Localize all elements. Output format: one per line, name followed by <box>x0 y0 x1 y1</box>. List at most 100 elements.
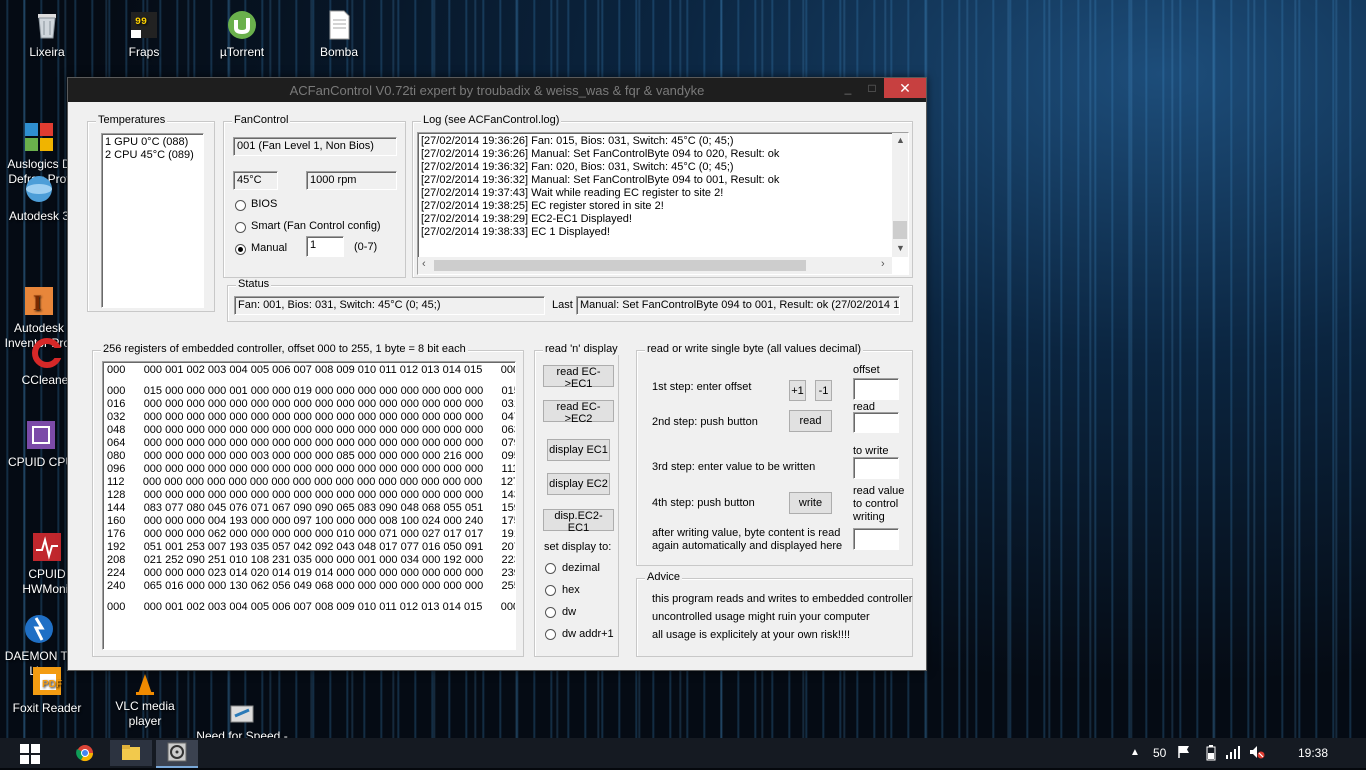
chrome-icon <box>76 745 94 762</box>
after-write-note: after writing value, byte content is rea… <box>652 527 843 552</box>
network-signal-icon[interactable] <box>1225 745 1241 762</box>
table-row: 064 000 000 000 000 000 000 000 000 000 … <box>107 437 516 449</box>
display-diff-button[interactable]: disp.EC2-EC1 <box>543 509 614 534</box>
log-line: [27/02/2014 19:36:26] Manual: Set FanCon… <box>421 148 780 160</box>
scroll-left-icon[interactable]: ‹ <box>422 258 426 270</box>
document-icon <box>322 8 356 42</box>
autodesk-icon <box>22 172 56 206</box>
daemon-icon <box>22 597 56 643</box>
start-button[interactable] <box>20 744 40 770</box>
desktop-icon-foxit[interactable]: PDF Foxit Reader <box>2 664 92 716</box>
radio-bios-label: BIOS <box>251 198 278 210</box>
registers-table[interactable]: 000 000 001 002 003 004 005 006 007 008 … <box>102 361 516 650</box>
log-lines: [27/02/2014 19:36:26] Fan: 015, Bios: 03… <box>421 135 891 255</box>
log-hscroll-thumb[interactable] <box>434 260 806 271</box>
table-row: 160 000 000 000 004 193 000 000 097 100 … <box>107 515 516 527</box>
table-row: 080 000 000 000 000 000 003 000 000 000 … <box>107 450 516 462</box>
log-box[interactable]: [27/02/2014 19:36:26] Fan: 015, Bios: 03… <box>417 132 909 275</box>
log-horizontal-scrollbar[interactable]: ‹ › <box>418 257 892 274</box>
inventor-icon: I <box>22 269 56 315</box>
minimize-button[interactable]: _ <box>836 78 860 98</box>
taskbar-acfancontrol[interactable] <box>156 740 198 768</box>
status-current: Fan: 001, Bios: 031, Switch: 45°C (0; 45… <box>234 296 545 315</box>
fan-rpm-display: 1000 rpm <box>306 171 397 190</box>
battery-icon[interactable] <box>1206 745 1216 764</box>
utorrent-icon <box>225 8 259 42</box>
taskbar-chrome[interactable] <box>66 740 104 766</box>
hwmonitor-icon <box>30 515 64 561</box>
manual-level-input[interactable]: 1 <box>306 236 344 257</box>
decrement-offset-button[interactable]: -1 <box>815 380 832 401</box>
log-vscroll-thumb[interactable] <box>893 221 907 239</box>
radio-dezimal-label: dezimal <box>562 562 600 574</box>
radio-dezimal[interactable] <box>545 563 556 574</box>
write-value-input[interactable] <box>853 457 899 479</box>
read-ec2-button[interactable]: read EC->EC2 <box>543 400 614 425</box>
temperature-item[interactable]: 2 CPU 45°C (089) <box>105 149 200 162</box>
fancontrol-legend: FanControl <box>232 114 291 126</box>
cpuid-icon <box>24 418 58 452</box>
table-row: 224 000 000 000 023 014 020 014 019 014 … <box>107 567 516 579</box>
log-vertical-scrollbar[interactable]: ▲ ▼ <box>892 133 908 257</box>
advice-line: uncontrolled usage might ruin your compu… <box>652 611 870 623</box>
temperature-item[interactable]: 1 GPU 0°C (088) <box>105 136 200 149</box>
desktop-icon-nfs[interactable]: Need for Speed - Hot Pursuit <box>194 672 290 738</box>
registers-legend: 256 registers of embedded controller, of… <box>101 343 468 355</box>
title-bar[interactable]: ACFanControl V0.72ti expert by troubadix… <box>68 78 926 102</box>
step1-label: 1st step: enter offset <box>652 381 752 393</box>
table-row: 000 015 000 000 000 001 000 000 019 000 … <box>107 385 516 397</box>
volume-muted-icon[interactable] <box>1249 745 1265 762</box>
offset-input[interactable] <box>853 378 899 400</box>
radio-dw-label: dw <box>562 606 577 618</box>
maximize-button[interactable]: □ <box>860 78 884 98</box>
status-group: Status Fan: 001, Bios: 031, Switch: 45°C… <box>227 278 913 322</box>
close-button[interactable]: ✕ <box>884 78 926 98</box>
table-row: 096 000 000 000 000 000 000 000 000 000 … <box>107 463 516 475</box>
desktop-icon-vlc[interactable]: VLC media player <box>99 672 191 729</box>
flag-icon[interactable] <box>1177 745 1191 762</box>
taskbar-explorer[interactable] <box>110 740 152 766</box>
radio-hex[interactable] <box>545 585 556 596</box>
radio-dw[interactable] <box>545 607 556 618</box>
read-write-legend: read or write single byte (all values de… <box>645 343 863 355</box>
scroll-right-icon[interactable]: › <box>881 258 885 270</box>
scroll-down-icon[interactable]: ▼ <box>896 243 905 253</box>
desktop-icon-bomba[interactable]: Bomba <box>294 8 384 60</box>
advice-line: all usage is explicitely at your own ris… <box>652 629 851 641</box>
radio-dw-addr[interactable] <box>545 629 556 640</box>
radio-manual[interactable] <box>235 244 246 255</box>
recycle-bin-icon <box>30 8 64 42</box>
display-ec2-button[interactable]: display EC2 <box>547 473 610 495</box>
read-value-control-label: read value to control writing <box>853 485 905 523</box>
desktop-icon-fraps[interactable]: 99 Fraps <box>99 8 189 60</box>
read-ec1-button[interactable]: read EC->EC1 <box>543 365 614 390</box>
table-row: 128 000 000 000 000 000 000 000 000 000 … <box>107 489 516 501</box>
radio-smart[interactable] <box>235 222 246 233</box>
log-line: [27/02/2014 19:36:32] Manual: Set FanCon… <box>421 174 780 186</box>
vlc-icon <box>128 672 162 696</box>
read-value-display <box>853 412 899 433</box>
clock[interactable]: 19:38 <box>1298 746 1328 760</box>
step3-label: 3rd step: enter value to be written <box>652 461 816 473</box>
advice-legend: Advice <box>645 571 683 583</box>
scroll-up-icon[interactable]: ▲ <box>896 135 905 145</box>
write-byte-button[interactable]: write <box>789 492 832 514</box>
advice-line: this program reads and writes to embedde… <box>652 593 913 605</box>
desktop-icon-label: VLC media player <box>115 699 175 728</box>
display-ec1-button[interactable]: display EC1 <box>547 439 610 461</box>
fan-mode-display: 001 (Fan Level 1, Non Bios) <box>233 137 397 156</box>
increment-offset-button[interactable]: +1 <box>789 380 806 401</box>
log-legend: Log (see ACFanControl.log) <box>421 114 562 126</box>
fan-temp-display: 45°C <box>233 171 278 190</box>
table-row: 192 051 001 253 007 193 035 057 042 092 … <box>107 541 516 553</box>
radio-bios[interactable] <box>235 200 246 211</box>
tray-expand-icon[interactable]: ▲ <box>1130 747 1140 758</box>
fraps-icon: 99 <box>127 8 161 42</box>
taskbar: ▲ 50 19:38 <box>0 738 1366 768</box>
temperatures-list[interactable]: 1 GPU 0°C (088) 2 CPU 45°C (089) <box>101 133 204 308</box>
read-byte-button[interactable]: read <box>789 410 832 432</box>
desktop-icon-recycle-bin[interactable]: Lixeira <box>2 8 92 60</box>
desktop-icon-utorrent[interactable]: µTorrent <box>197 8 287 60</box>
read-write-group: read or write single byte (all values de… <box>636 343 913 566</box>
temperatures-group: Temperatures 1 GPU 0°C (088) 2 CPU 45°C … <box>87 114 215 312</box>
